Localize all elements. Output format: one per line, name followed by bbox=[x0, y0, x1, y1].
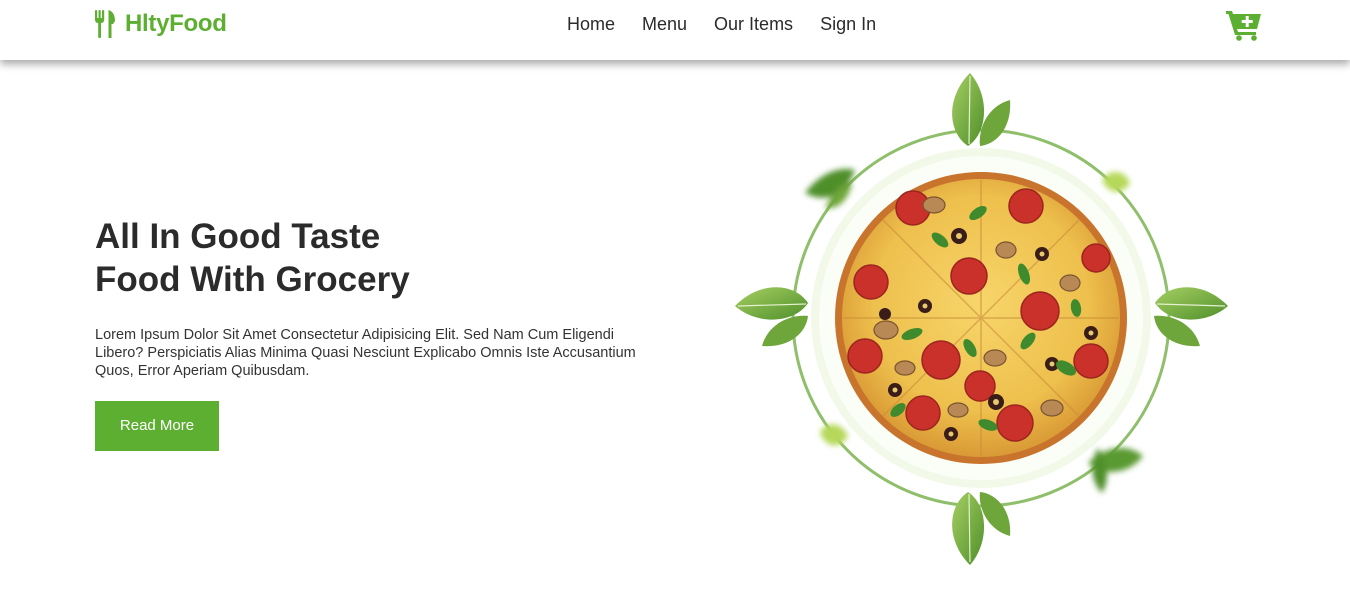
read-more-button[interactable]: Read More bbox=[95, 401, 219, 451]
nav-menu[interactable]: Menu bbox=[642, 14, 687, 35]
nav-our-items[interactable]: Our Items bbox=[714, 14, 793, 35]
brand-name: HltyFood bbox=[125, 10, 227, 37]
nav-home[interactable]: Home bbox=[567, 14, 615, 35]
hero-description: Lorem Ipsum Dolor Sit Amet Consectetur A… bbox=[95, 327, 636, 379]
hero-text: All In Good Taste Food With Grocery Lore… bbox=[95, 215, 655, 451]
main-nav: Home Menu Our Items Sign In bbox=[567, 14, 876, 35]
pizza-with-basil-leaves-image bbox=[735, 73, 1228, 565]
brand-logo[interactable]: HltyFood bbox=[95, 10, 227, 38]
nav-sign-in[interactable]: Sign In bbox=[820, 14, 876, 35]
hero-title-line-1: All In Good Taste bbox=[95, 217, 381, 256]
cart-plus-icon[interactable] bbox=[1226, 9, 1262, 41]
navbar: HltyFood Home Menu Our Items Sign In bbox=[0, 0, 1350, 60]
hero-title-line-2: Food With Grocery bbox=[95, 260, 410, 299]
hero-title: All In Good Taste Food With Grocery bbox=[95, 215, 655, 301]
fork-knife-icon bbox=[95, 10, 115, 38]
